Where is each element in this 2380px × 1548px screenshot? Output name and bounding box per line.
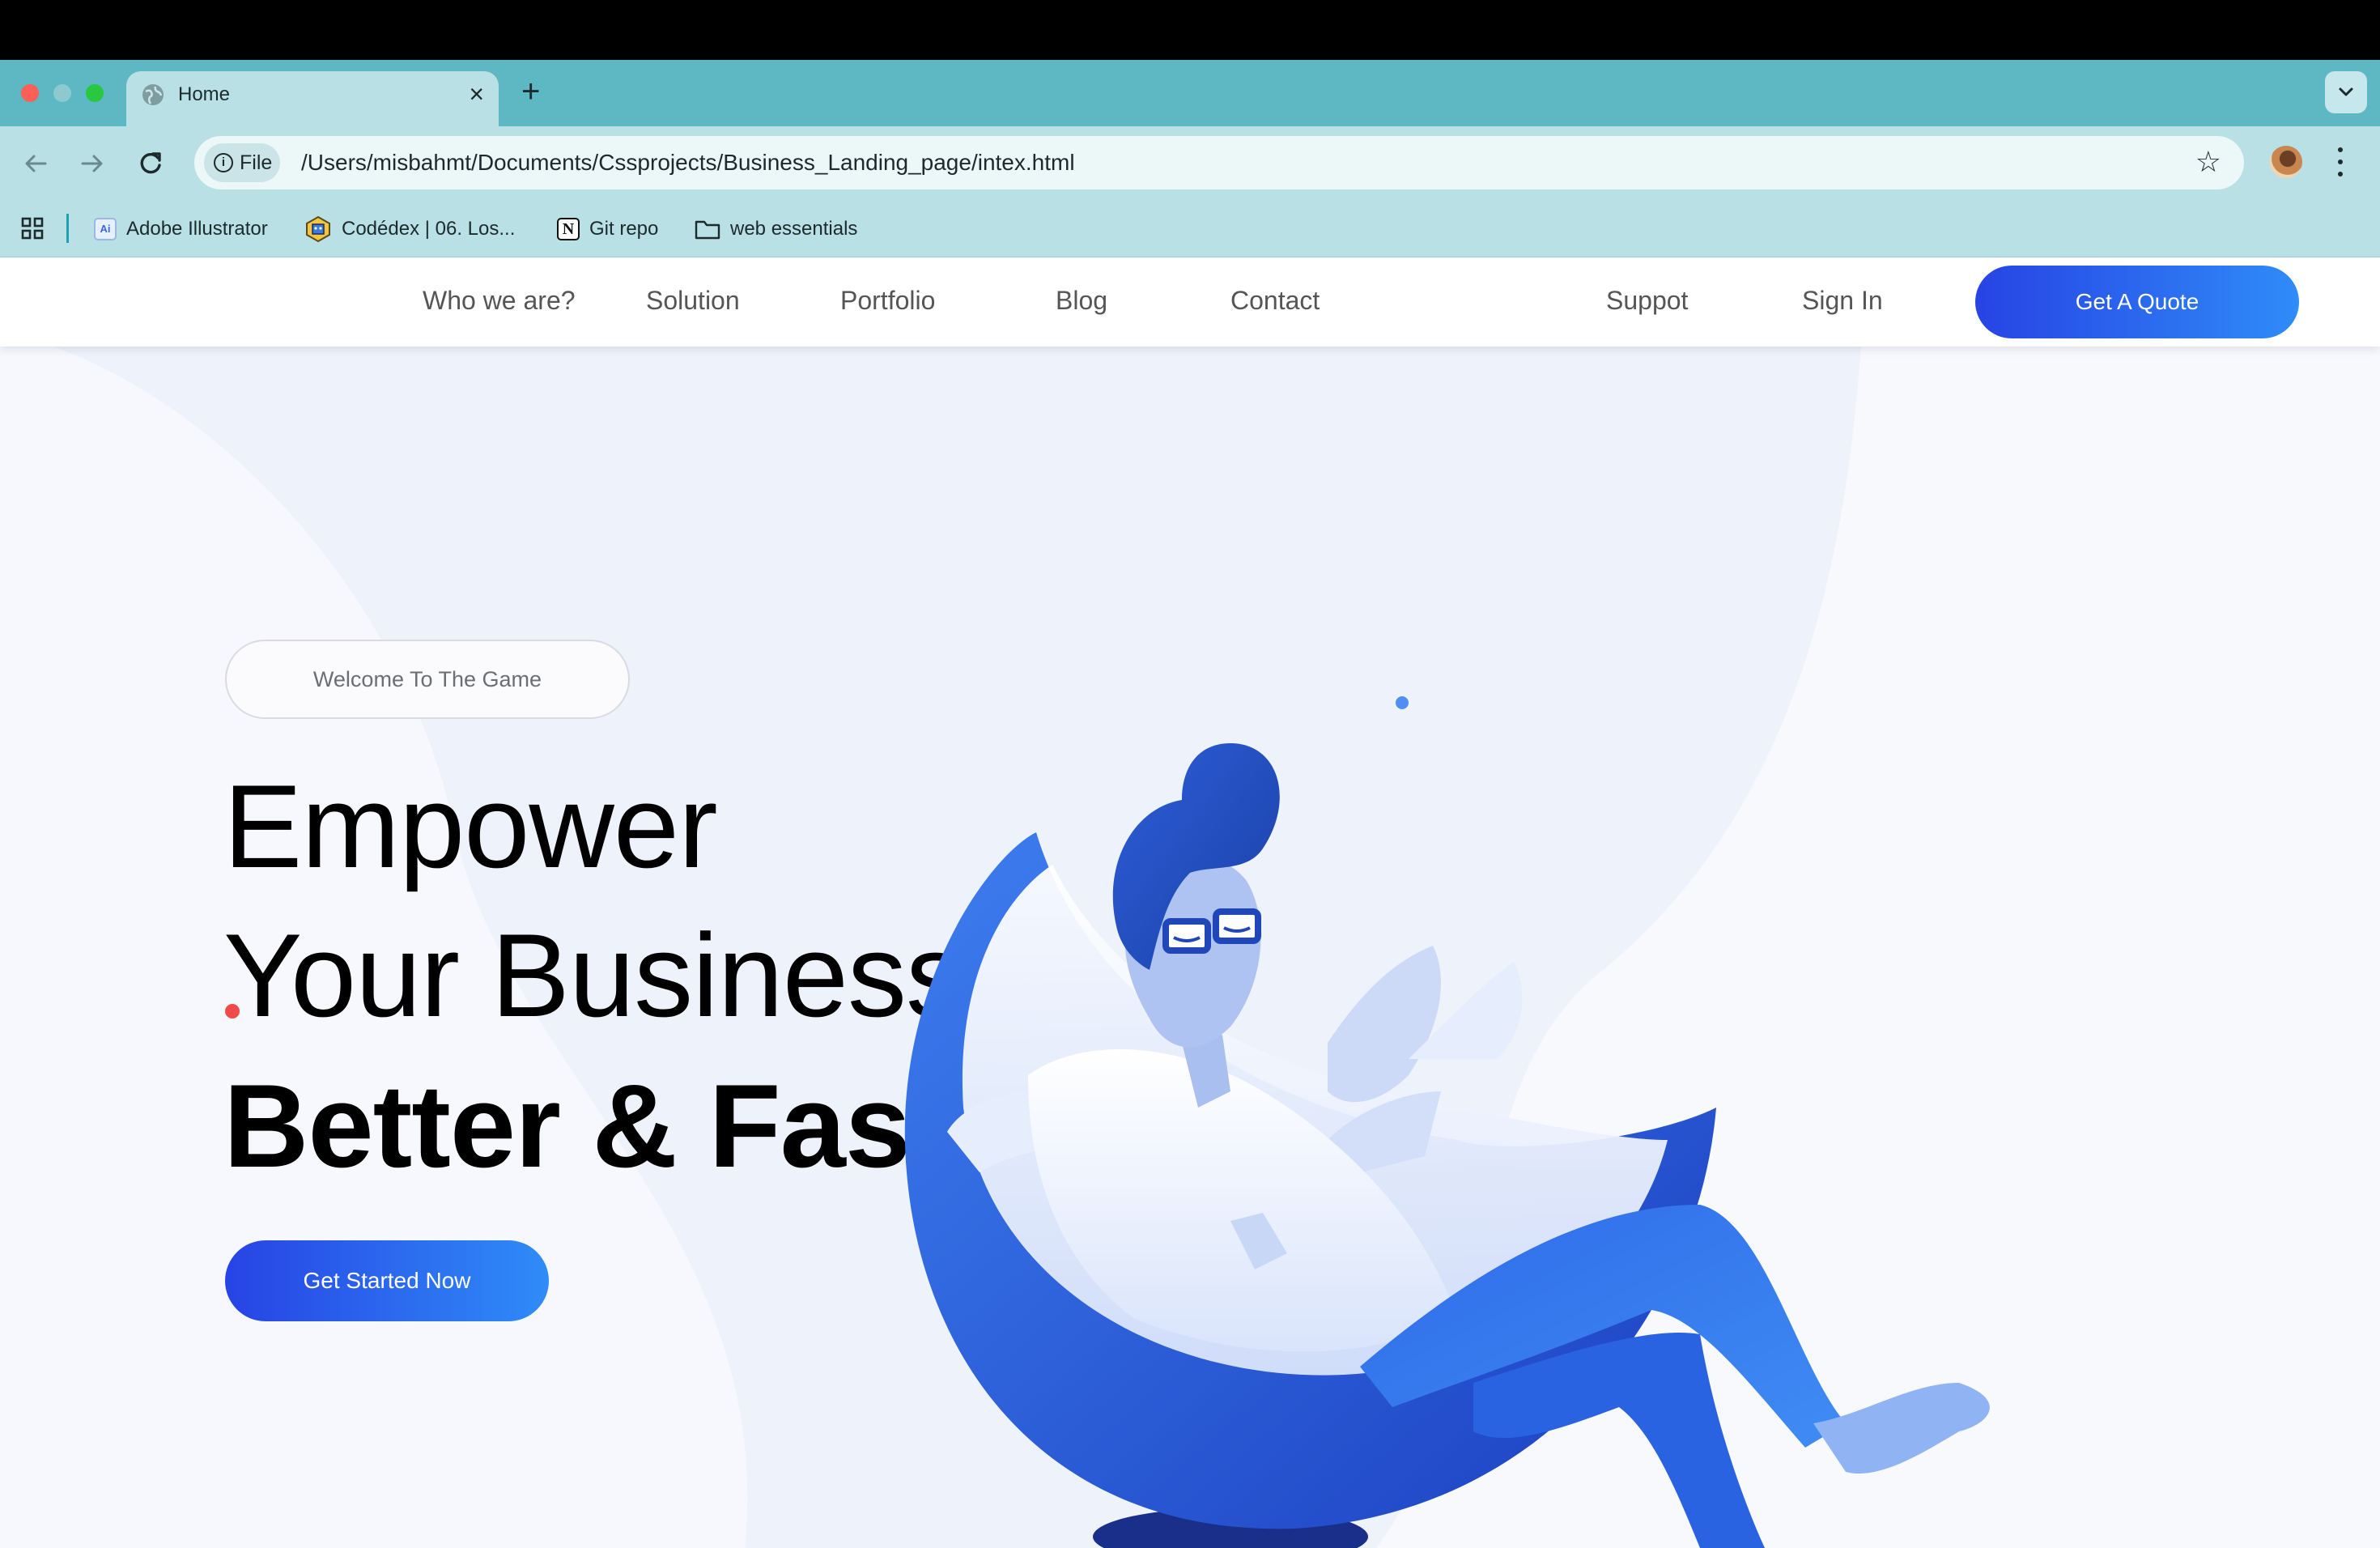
bookmark-git-repo[interactable]: N Git repo <box>557 215 658 243</box>
hero-headline-line-1: Empower <box>223 760 718 892</box>
maximize-window-button[interactable] <box>86 84 104 102</box>
apps-grid-icon[interactable] <box>21 217 44 240</box>
tab-title: Home <box>178 83 231 105</box>
back-arrow-icon[interactable] <box>18 146 53 181</box>
web-page: Who we are? Solution Portfolio Blog Cont… <box>0 257 2380 1548</box>
codedex-icon <box>306 215 330 243</box>
forward-arrow-icon[interactable] <box>74 146 110 181</box>
nav-link-solution[interactable]: Solution <box>646 280 740 321</box>
new-tab-button[interactable]: + <box>521 74 540 108</box>
bookmark-adobe-illustrator[interactable]: Ai Adobe Illustrator <box>94 215 268 243</box>
chevron-down-icon <box>2339 87 2353 96</box>
url-text[interactable]: /Users/misbahmt/Documents/Cssprojects/Bu… <box>301 149 1075 176</box>
notion-icon: N <box>557 218 580 240</box>
nav-link-contact[interactable]: Contact <box>1230 280 1320 321</box>
hero-section: Welcome To The Game Empower Your Busines… <box>0 257 2380 1548</box>
nav-link-blog[interactable]: Blog <box>1056 280 1107 321</box>
site-navbar: Who we are? Solution Portfolio Blog Cont… <box>0 257 2380 347</box>
nav-link-support[interactable]: Suppot <box>1606 280 1688 321</box>
bookmark-label: Adobe Illustrator <box>126 218 268 240</box>
screen-top-bar <box>0 0 2380 60</box>
bookmark-label: Git repo <box>589 218 659 240</box>
tab-search-button[interactable] <box>2325 71 2367 113</box>
nav-link-who-we-are[interactable]: Who we are? <box>423 280 576 321</box>
bookmark-web-essentials[interactable]: web essentials <box>695 215 857 243</box>
address-bar[interactable]: i File /Users/misbahmt/Documents/Cssproj… <box>194 136 2244 189</box>
welcome-badge: Welcome To The Game <box>225 640 630 719</box>
browser-menu-icon[interactable] <box>2336 144 2344 180</box>
close-window-button[interactable] <box>21 84 39 102</box>
nav-link-portfolio[interactable]: Portfolio <box>840 280 935 321</box>
browser-toolbar: i File /Users/misbahmt/Documents/Cssproj… <box>0 126 2380 201</box>
minimize-window-button[interactable] <box>53 84 71 102</box>
folder-icon <box>695 220 720 240</box>
globe-icon <box>142 84 164 105</box>
site-info-label: File <box>240 151 273 174</box>
bookmarks-bar: Ai Adobe Illustrator Codédex | 06. Los..… <box>0 201 2380 257</box>
adobe-illustrator-icon: Ai <box>94 218 117 240</box>
bookmark-label: Codédex | 06. Los... <box>342 218 516 240</box>
bookmark-codedex[interactable]: Codédex | 06. Los... <box>304 215 515 243</box>
nav-link-sign-in[interactable]: Sign In <box>1802 280 1883 321</box>
man-in-egg-chair-illustration <box>904 743 1990 1548</box>
site-info-chip[interactable]: i File <box>204 143 280 182</box>
info-icon: i <box>214 153 233 172</box>
get-started-now-button[interactable]: Get Started Now <box>225 1240 549 1321</box>
reload-icon[interactable] <box>133 146 168 181</box>
bookmark-label: web essentials <box>730 218 858 240</box>
tab-home[interactable]: Home × <box>126 71 499 126</box>
bookmark-star-icon[interactable]: ☆ <box>2195 146 2221 178</box>
profile-avatar[interactable] <box>2270 146 2302 178</box>
tab-close-icon[interactable]: × <box>469 79 484 108</box>
decorative-red-dot <box>225 1004 240 1019</box>
bookmarks-divider <box>66 214 69 243</box>
get-a-quote-button[interactable]: Get A Quote <box>1975 266 2299 338</box>
